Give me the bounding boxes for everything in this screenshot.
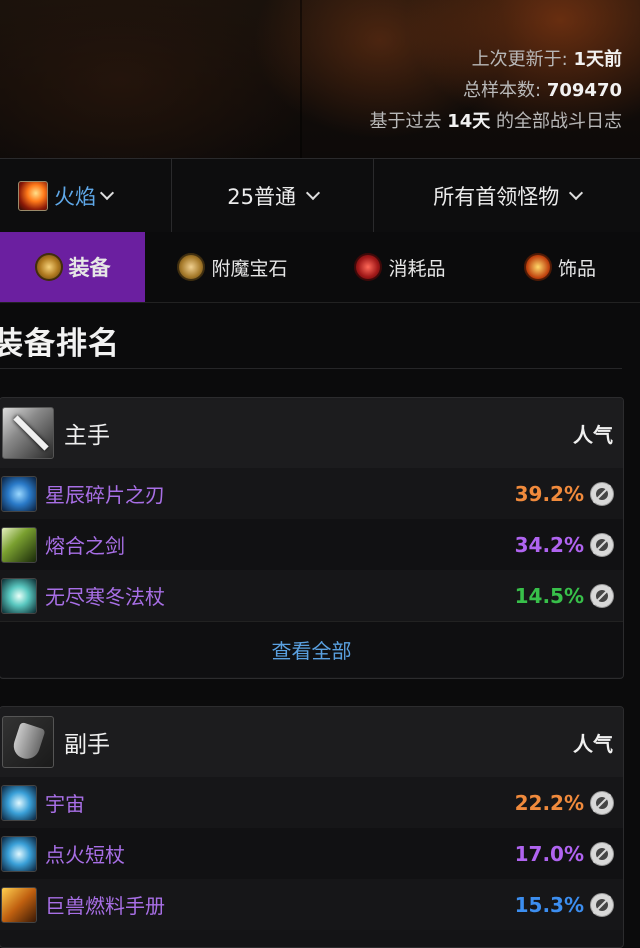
item-name[interactable]: 宇宙 (45, 788, 85, 817)
chevron-down-icon (305, 185, 321, 200)
divider (0, 368, 622, 369)
boss-dropdown[interactable]: 所有首领怪物 (374, 159, 640, 232)
hero-stats: 上次更新于: 1天前 总样本数: 709470 基于过去 14天 的全部战斗日志 (369, 44, 622, 137)
popularity-value: 34.2% (514, 532, 584, 557)
popularity-value: 17.0% (514, 841, 584, 866)
tab-consumables[interactable]: 消耗品 (320, 232, 480, 302)
blade-icon (1, 475, 37, 512)
difficulty-label: 25普通 (227, 184, 296, 209)
shield-icon (2, 716, 54, 768)
list-item[interactable]: 巨兽燃料手册 15.3% (0, 879, 623, 930)
hero-banner: 上次更新于: 1天前 总样本数: 709470 基于过去 14天 的全部战斗日志 (0, 0, 640, 158)
item-name[interactable]: 无尽寒冬法杖 (45, 581, 165, 610)
trinket-icon (523, 253, 552, 281)
off-hand-card: 副手 人气 宇宙 22.2% 点火短杖 17.0% 巨兽燃料手册 15.3% (0, 706, 624, 948)
wand-icon (1, 835, 37, 872)
card-header: 主手 人气 (0, 398, 623, 468)
gear-icon (34, 253, 63, 281)
item-name[interactable]: 点火短杖 (45, 839, 125, 868)
view-all-link[interactable]: 查看全部 (0, 621, 623, 677)
tab-gear[interactable]: 装备 (0, 232, 145, 302)
sample-label: 总样本数: (463, 80, 542, 101)
main-hand-card: 主手 人气 星辰碎片之刃 39.2% 熔合之剑 34.2% 无尽寒冬法杖 14.… (0, 397, 624, 679)
list-item[interactable]: 点火短杖 17.0% (0, 828, 623, 879)
tab-trinkets[interactable]: 饰品 (480, 232, 640, 302)
page-title: 装备排名 (0, 326, 120, 362)
card-title: 副手 (64, 732, 110, 758)
last-update-line: 上次更新于: 1天前 (369, 44, 622, 75)
filter-bar: 火焰 25普通 所有首领怪物 (0, 158, 640, 233)
spec-dropdown[interactable]: 火焰 (0, 159, 172, 232)
fire-spec-icon (18, 180, 48, 211)
popularity-value: 22.2% (514, 790, 584, 815)
item-name[interactable]: 熔合之剑 (45, 530, 125, 559)
popularity-value: 39.2% (514, 481, 584, 506)
boss-skull-icon[interactable] (590, 892, 614, 917)
sword-item-icon (1, 526, 37, 563)
item-name[interactable]: 巨兽燃料手册 (45, 890, 165, 919)
list-item[interactable]: 宇宙 22.2% (0, 777, 623, 828)
book-icon (1, 886, 37, 923)
popularity-value: 14.5% (514, 583, 584, 608)
popularity-header: 人气 (573, 731, 613, 756)
spec-label: 火焰 (54, 184, 96, 209)
list-item[interactable]: 星辰碎片之刃 39.2% (0, 468, 623, 519)
window-suffix: 的全部战斗日志 (496, 111, 622, 132)
boss-skull-icon[interactable] (590, 583, 614, 608)
difficulty-dropdown[interactable]: 25普通 (172, 159, 375, 232)
last-update-value: 1天前 (573, 49, 622, 70)
gem-icon (177, 253, 206, 281)
orb-icon (1, 784, 37, 821)
boss-skull-icon[interactable] (590, 481, 614, 506)
card-title: 主手 (64, 423, 110, 449)
tab-enchant-gems[interactable]: 附魔宝石 (145, 232, 320, 302)
sample-value: 709470 (546, 80, 622, 101)
sample-line: 总样本数: 709470 (369, 75, 622, 106)
window-value: 14天 (447, 111, 491, 132)
tab-consumables-label: 消耗品 (388, 257, 446, 280)
last-update-label: 上次更新于: (471, 49, 568, 70)
category-tabs: 装备 附魔宝石 消耗品 饰品 (0, 232, 640, 303)
popularity-header: 人气 (573, 422, 613, 447)
card-header: 副手 人气 (0, 707, 623, 777)
item-name[interactable]: 星辰碎片之刃 (45, 479, 165, 508)
list-item[interactable]: 无尽寒冬法杖 14.5% (0, 570, 623, 621)
banner-crease (300, 0, 302, 158)
staff-icon (1, 577, 37, 614)
boss-skull-icon[interactable] (590, 532, 614, 557)
window-line: 基于过去 14天 的全部战斗日志 (369, 106, 622, 137)
tab-trinkets-label: 饰品 (557, 257, 596, 280)
popularity-value: 15.3% (514, 892, 584, 917)
list-item[interactable]: 熔合之剑 34.2% (0, 519, 623, 570)
chevron-down-icon (99, 185, 115, 200)
chevron-down-icon (569, 185, 584, 200)
potion-icon (354, 253, 383, 281)
window-prefix: 基于过去 (369, 111, 442, 132)
tab-gear-label: 装备 (68, 256, 111, 280)
tab-enchant-gems-label: 附魔宝石 (211, 257, 288, 280)
sword-icon (2, 407, 54, 459)
boss-skull-icon[interactable] (590, 841, 614, 866)
boss-label: 所有首领怪物 (433, 184, 560, 209)
boss-skull-icon[interactable] (590, 790, 614, 815)
